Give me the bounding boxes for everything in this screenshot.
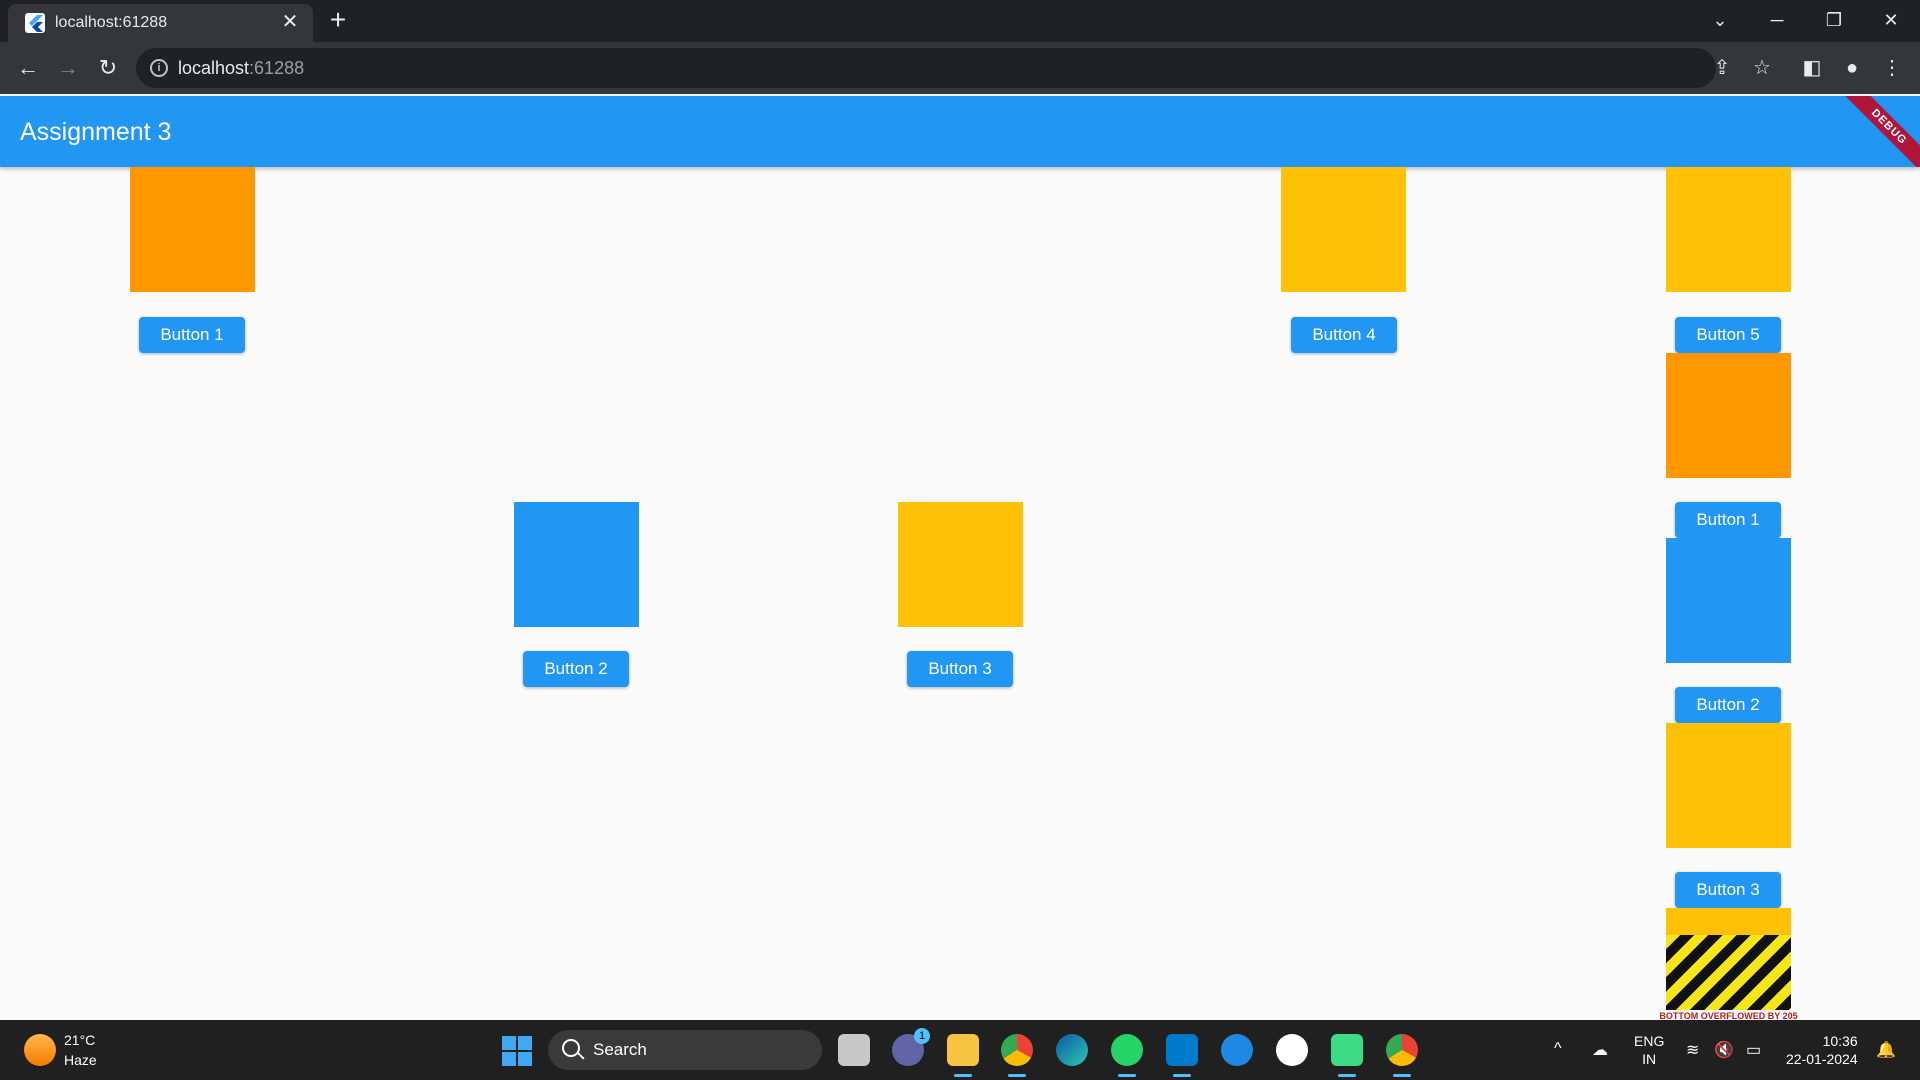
button-1[interactable]: Button 1 bbox=[139, 317, 245, 353]
browser-toolbar: ← → ↻ i localhost:61288 ⇪ ☆ ◧ ● ⋮ bbox=[0, 42, 1920, 94]
browser-tab[interactable]: localhost:61288 ✕ bbox=[8, 4, 313, 42]
browser-menu-icon[interactable]: ⋮ bbox=[1876, 52, 1908, 84]
app-bar: Assignment 3 DEBUG bbox=[0, 96, 1920, 167]
vscode-icon[interactable] bbox=[1166, 1034, 1198, 1077]
button-4[interactable]: Button 4 bbox=[1291, 317, 1397, 353]
clock-date: 22-01-2024 bbox=[1786, 1051, 1858, 1067]
github-icon[interactable] bbox=[1276, 1034, 1308, 1066]
address-url[interactable]: localhost:61288 bbox=[178, 58, 304, 79]
onedrive-icon[interactable]: ☁ bbox=[1592, 1040, 1608, 1060]
browser-tabstrip: localhost:61288 ✕ + ⌄ ─ ❐ ✕ bbox=[0, 0, 1920, 42]
chat-badge: 1 bbox=[914, 1028, 930, 1044]
site-info-icon[interactable]: i bbox=[150, 59, 168, 77]
weather-temperature[interactable]: 21°C bbox=[64, 1032, 95, 1048]
orange-box-1 bbox=[130, 167, 255, 292]
blue-box-2 bbox=[514, 502, 639, 627]
share-icon[interactable]: ⇪ bbox=[1706, 52, 1738, 84]
column-amber-box bbox=[1666, 723, 1791, 848]
chrome-icon[interactable] bbox=[1001, 1034, 1033, 1077]
column-button-1[interactable]: Button 1 bbox=[1675, 502, 1781, 538]
weather-condition[interactable]: Haze bbox=[64, 1052, 97, 1068]
taskbar-search[interactable]: Search bbox=[548, 1030, 822, 1070]
chrome-active-icon[interactable] bbox=[1386, 1034, 1418, 1077]
teams-chat-icon[interactable]: 1 bbox=[892, 1028, 930, 1066]
clock-time: 10:36 bbox=[1822, 1033, 1858, 1049]
back-button[interactable]: ← bbox=[12, 52, 44, 84]
column-blue-box bbox=[1666, 538, 1791, 663]
debug-banner: DEBUG bbox=[1836, 96, 1920, 167]
windows-taskbar: 21°C Haze Search 1 ^ ☁ ENG IN ≋ 🔇 ▭ 10:3… bbox=[0, 1020, 1920, 1080]
column-orange-box bbox=[1666, 353, 1791, 478]
new-tab-button[interactable]: + bbox=[324, 6, 352, 34]
system-clock[interactable]: 10:36 22-01-2024 bbox=[1786, 1032, 1858, 1068]
tab-title: localhost:61288 bbox=[55, 14, 168, 31]
language-code: ENG bbox=[1634, 1033, 1665, 1049]
close-window-button[interactable]: ✕ bbox=[1871, 4, 1911, 36]
reload-button[interactable]: ↻ bbox=[92, 52, 124, 84]
app-title: Assignment 3 bbox=[20, 118, 172, 146]
search-icon bbox=[562, 1039, 580, 1057]
amber-box-4 bbox=[1281, 167, 1406, 292]
button-3[interactable]: Button 3 bbox=[907, 651, 1013, 687]
side-panel-icon[interactable]: ◧ bbox=[1796, 52, 1828, 84]
button-2[interactable]: Button 2 bbox=[523, 651, 629, 687]
taskbar-search-label: Search bbox=[593, 1040, 647, 1059]
forward-button[interactable]: → bbox=[52, 52, 84, 84]
minimize-button[interactable]: ─ bbox=[1757, 4, 1797, 36]
battery-icon[interactable]: ▭ bbox=[1746, 1040, 1761, 1060]
flutter-favicon-icon bbox=[25, 13, 45, 33]
restore-button[interactable]: ❐ bbox=[1814, 4, 1854, 36]
task-view-icon[interactable] bbox=[838, 1034, 870, 1066]
profile-icon[interactable]: ● bbox=[1836, 52, 1868, 84]
region-code: IN bbox=[1642, 1051, 1657, 1067]
amber-box-3 bbox=[898, 502, 1023, 627]
tab-close-icon[interactable]: ✕ bbox=[279, 11, 301, 33]
column-button-2[interactable]: Button 2 bbox=[1675, 687, 1781, 723]
column-amber-box-partial bbox=[1666, 908, 1791, 935]
amber-box-5 bbox=[1666, 167, 1791, 292]
wifi-icon[interactable]: ≋ bbox=[1686, 1040, 1699, 1060]
notification-bell-icon[interactable]: 🔔 bbox=[1876, 1040, 1896, 1060]
weather-haze-icon[interactable] bbox=[24, 1034, 56, 1066]
tray-chevron-icon[interactable]: ^ bbox=[1554, 1040, 1562, 1058]
column-button-3[interactable]: Button 3 bbox=[1675, 872, 1781, 908]
volume-muted-icon[interactable]: 🔇 bbox=[1714, 1040, 1734, 1060]
overflow-warning-stripes bbox=[1666, 935, 1791, 1010]
tab-search-chevron-icon[interactable]: ⌄ bbox=[1700, 4, 1740, 36]
bookmark-star-icon[interactable]: ☆ bbox=[1746, 52, 1778, 84]
windows-start-icon[interactable] bbox=[502, 1036, 532, 1066]
whatsapp-icon[interactable] bbox=[1111, 1034, 1143, 1077]
language-indicator[interactable]: ENG IN bbox=[1634, 1032, 1664, 1068]
button-5[interactable]: Button 5 bbox=[1675, 317, 1781, 353]
address-bar[interactable]: i localhost:61288 bbox=[136, 48, 1716, 88]
edge-icon[interactable] bbox=[1056, 1034, 1088, 1066]
file-explorer-icon[interactable] bbox=[947, 1034, 979, 1077]
android-studio-icon[interactable] bbox=[1331, 1034, 1363, 1077]
app-store-icon[interactable] bbox=[1221, 1034, 1253, 1066]
